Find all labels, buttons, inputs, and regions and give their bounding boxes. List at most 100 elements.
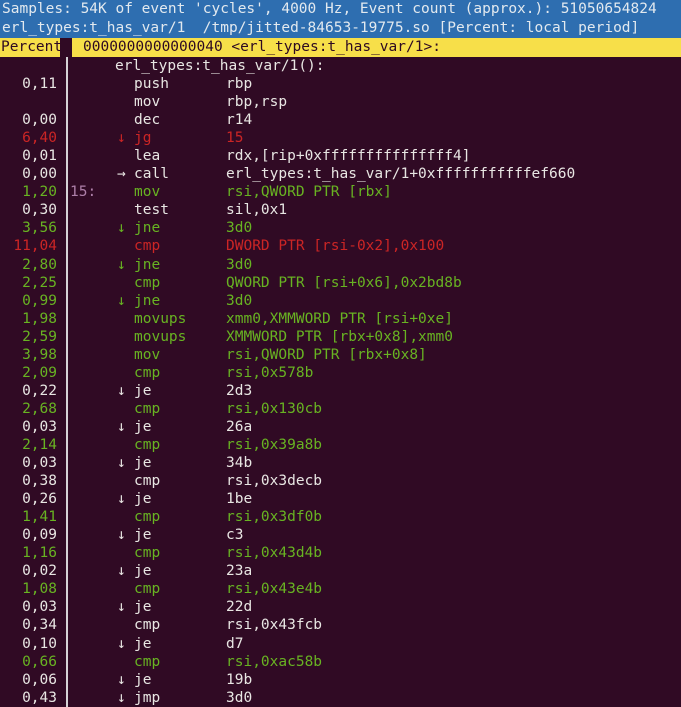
instruction-operands: 3d0: [226, 219, 252, 237]
instruction-operands: rsi,0x43e4b: [226, 580, 322, 598]
function-signature: erl_types:t_has_var/1():: [115, 57, 325, 75]
percent-value: 0,26: [0, 490, 57, 508]
instruction-operands: rsi,QWORD PTR [rbx+0x8]: [226, 346, 427, 364]
asm-row[interactable]: 0,06 ↓ je 19b: [0, 671, 681, 689]
asm-row[interactable]: 0,03↓je22d: [0, 598, 681, 616]
asm-row[interactable]: 0,66cmprsi,0xac58b: [0, 653, 681, 671]
percent-column-header: Percent: [1, 38, 62, 57]
asm-row[interactable]: 0,26↓je1be: [0, 490, 681, 508]
instruction-mnemonic: movups: [134, 328, 186, 346]
asm-row[interactable]: 0,09↓jec3: [0, 526, 681, 544]
instruction-operands: sil,0x1: [226, 201, 287, 219]
instruction-operands: 3d0: [226, 256, 252, 274]
percent-value: 2,80: [0, 256, 57, 274]
instruction-operands: QWORD PTR [rsi+0x6],0x2bd8b: [226, 274, 462, 292]
asm-row[interactable]: 3,98movrsi,QWORD PTR [rbx+0x8]: [0, 346, 681, 364]
asm-row[interactable]: 0,03↓je26a: [0, 418, 681, 436]
percent-value: 0,03: [0, 598, 57, 616]
asm-row[interactable]: 0,11pushrbp: [0, 75, 681, 93]
asm-row[interactable]: 2,25cmpQWORD PTR [rsi+0x6],0x2bd8b: [0, 274, 681, 292]
instruction-operands: c3: [226, 526, 243, 544]
instruction-operands: XMMWORD PTR [rbx+0x8],xmm0: [226, 328, 453, 346]
instruction-mnemonic: cmp: [134, 274, 160, 292]
instruction-mnemonic: movups: [134, 310, 186, 328]
asm-row[interactable]: 0,34cmprsi,0x43fcb: [0, 616, 681, 634]
asm-row[interactable]: 1,41cmprsi,0x3df0b: [0, 508, 681, 526]
jump-down-arrow-icon: ↓: [117, 129, 126, 147]
instruction-mnemonic: je: [134, 454, 151, 472]
instruction-mnemonic: je: [134, 490, 151, 508]
instruction-mnemonic: jne: [134, 292, 160, 310]
instruction-mnemonic: je: [134, 671, 151, 689]
asm-row[interactable]: movrbp,rsp: [0, 93, 681, 111]
instruction-mnemonic: cmp: [134, 472, 160, 490]
asm-row[interactable]: 0,00decr14: [0, 111, 681, 129]
asm-row[interactable]: 0,38 cmp rsi,0x3decb: [0, 472, 681, 490]
asm-row[interactable]: 2,68cmprsi,0x130cb: [0, 400, 681, 418]
percent-value: 0,30: [0, 201, 57, 219]
asm-row[interactable]: 0,22↓je2d3: [0, 382, 681, 400]
jump-target-label: 15:: [70, 183, 96, 201]
perf-annotate-terminal: Samples: 54K of event 'cycles', 4000 Hz,…: [0, 0, 681, 707]
instruction-operands: 34b: [226, 454, 252, 472]
asm-row[interactable]: 11,04cmpDWORD PTR [rsi-0x2],0x100: [0, 237, 681, 255]
jump-down-arrow-icon: ↓: [117, 256, 126, 274]
instruction-mnemonic: cmp: [134, 364, 160, 382]
asm-row[interactable]: 2,59 movups XMMWORD PTR [rbx+0x8],xmm0: [0, 328, 681, 346]
asm-row[interactable]: 2,09cmprsi,0x578b: [0, 364, 681, 382]
asm-row[interactable]: 0,10↓jed7: [0, 635, 681, 653]
asm-row[interactable]: 3,56↓jne3d0: [0, 219, 681, 237]
jump-down-arrow-icon: ↓: [117, 598, 126, 616]
percent-value: 0,02: [0, 562, 57, 580]
instruction-operands: rsi,0x43d4b: [226, 544, 322, 562]
percent-value: 11,04: [0, 237, 57, 255]
instruction-mnemonic: cmp: [134, 508, 160, 526]
instruction-mnemonic: jne: [134, 219, 160, 237]
function-signature-row[interactable]: erl_types:t_has_var/1():: [0, 57, 681, 75]
asm-row[interactable]: 0,03 ↓ je 34b: [0, 454, 681, 472]
instruction-operands: 19b: [226, 671, 252, 689]
instruction-mnemonic: mov: [134, 93, 160, 111]
jump-down-arrow-icon: ↓: [117, 671, 126, 689]
percent-value: 0,34: [0, 616, 57, 634]
percent-value: 0,06: [0, 671, 57, 689]
asm-row[interactable]: 0,43↓jmp3d0: [0, 689, 681, 707]
percent-value: 0,00: [0, 111, 57, 129]
instruction-mnemonic: mov: [134, 346, 160, 364]
instruction-operands: DWORD PTR [rsi-0x2],0x100: [226, 237, 444, 255]
asm-row[interactable]: 2,14cmprsi,0x39a8b: [0, 436, 681, 454]
selected-address-row[interactable]: Percent 0000000000000040 <erl_types:t_ha…: [0, 38, 681, 57]
instruction-mnemonic: cmp: [134, 400, 160, 418]
instruction-operands: 22d: [226, 598, 252, 616]
instruction-mnemonic: dec: [134, 111, 160, 129]
percent-value: 1,20: [0, 183, 57, 201]
asm-row[interactable]: 2,80 ↓ jne 3d0: [0, 256, 681, 274]
asm-row[interactable]: 0,01leardx,[rip+0xfffffffffffffff4]: [0, 147, 681, 165]
asm-row[interactable]: 1,16cmprsi,0x43d4b: [0, 544, 681, 562]
instruction-operands: rsi,QWORD PTR [rbx]: [226, 183, 392, 201]
instruction-operands: rsi,0x3decb: [226, 472, 322, 490]
percent-value: 0,10: [0, 635, 57, 653]
asm-row[interactable]: 1,08cmprsi,0x43e4b: [0, 580, 681, 598]
percent-value: 0,22: [0, 382, 57, 400]
instruction-mnemonic: cmp: [134, 653, 160, 671]
percent-value: 3,56: [0, 219, 57, 237]
percent-value: 0,38: [0, 472, 57, 490]
percent-value: 0,09: [0, 526, 57, 544]
instruction-mnemonic: jne: [134, 256, 160, 274]
terminal-cursor: [60, 38, 72, 57]
instruction-operands: 26a: [226, 418, 252, 436]
asm-row[interactable]: 1,98movupsxmm0,XMMWORD PTR [rsi+0xe]: [0, 310, 681, 328]
instruction-operands: rsi,0x3df0b: [226, 508, 322, 526]
asm-row[interactable]: 0,30testsil,0x1: [0, 201, 681, 219]
asm-row[interactable]: 6,40↓jg15: [0, 129, 681, 147]
jump-down-arrow-icon: ↓: [117, 490, 126, 508]
asm-row[interactable]: 0,00→callerl_types:t_has_var/1+0xfffffff…: [0, 165, 681, 183]
asm-row[interactable]: 1,2015:movrsi,QWORD PTR [rbx]: [0, 183, 681, 201]
asm-row[interactable]: 0,02↓je23a: [0, 562, 681, 580]
jump-down-arrow-icon: ↓: [117, 635, 126, 653]
percent-value: 0,03: [0, 454, 57, 472]
asm-row[interactable]: 0,99↓jne3d0: [0, 292, 681, 310]
jump-down-arrow-icon: ↓: [117, 454, 126, 472]
percent-value: 2,59: [0, 328, 57, 346]
